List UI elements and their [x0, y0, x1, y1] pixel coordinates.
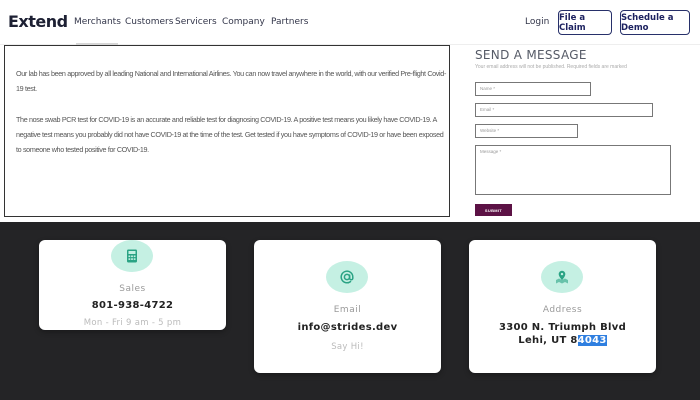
email-card: Email info@strides.dev Say Hi! [254, 240, 441, 373]
message-field[interactable]: Message * [475, 145, 671, 195]
top-nav: Extend Merchants Customers Servicers Com… [0, 0, 700, 45]
selected-text: 4043 [577, 335, 607, 346]
submit-button[interactable]: SUBMIT [475, 204, 512, 216]
email-address[interactable]: info@strides.dev [254, 322, 441, 333]
sales-card: Sales 801-938-4722 Mon - Fri 9 am - 5 pm [39, 240, 226, 330]
email-field[interactable]: Email * [475, 103, 653, 117]
file-claim-button[interactable]: File a Claim [558, 10, 612, 35]
address-line-1: 3300 N. Triumph Blvd [498, 322, 627, 333]
nav-link-merchants[interactable]: Merchants [74, 17, 121, 27]
address-card: Address 3300 N. Triumph Blvd Lehi, UT 84… [469, 240, 656, 373]
address-line-2-prefix: Lehi, UT 8 [518, 335, 578, 346]
email-sub: Say Hi! [331, 342, 364, 352]
content-paragraph-1: Our lab has been approved by all leading… [16, 69, 446, 93]
address-icon-circle [541, 261, 583, 293]
at-icon [340, 270, 354, 284]
logo[interactable]: Extend [8, 12, 68, 31]
schedule-demo-button[interactable]: Schedule a Demo [620, 10, 690, 35]
address-label: Address [542, 305, 583, 315]
form-title: SEND A MESSAGE [475, 48, 587, 62]
address-line-2: Lehi, UT 84043 [469, 335, 656, 346]
nav-link-partners[interactable]: Partners [271, 17, 308, 27]
sales-phone[interactable]: 801-938-4722 [39, 300, 226, 311]
sales-hours: Mon - Fri 9 am - 5 pm [83, 318, 182, 328]
contact-section: Sales 801-938-4722 Mon - Fri 9 am - 5 pm… [0, 222, 700, 400]
content-paragraph-2: The nose swab PCR test for COVID-19 is a… [16, 115, 444, 154]
email-label: Email [333, 305, 362, 315]
content-box: Our lab has been approved by all leading… [4, 45, 450, 217]
login-link[interactable]: Login [525, 17, 549, 27]
name-field[interactable]: Name * [475, 82, 591, 96]
nav-link-servicers[interactable]: Servicers [175, 17, 217, 27]
form-note: Your email address will not be published… [475, 64, 627, 70]
sales-label: Sales [119, 284, 146, 294]
website-field[interactable]: Website * [475, 124, 578, 138]
email-icon-circle [326, 261, 368, 293]
nav-link-customers[interactable]: Customers [125, 17, 173, 27]
calculator-icon [127, 249, 137, 263]
map-pin-icon [556, 270, 568, 284]
sales-icon-circle [111, 240, 153, 272]
nav-link-company[interactable]: Company [222, 17, 265, 27]
